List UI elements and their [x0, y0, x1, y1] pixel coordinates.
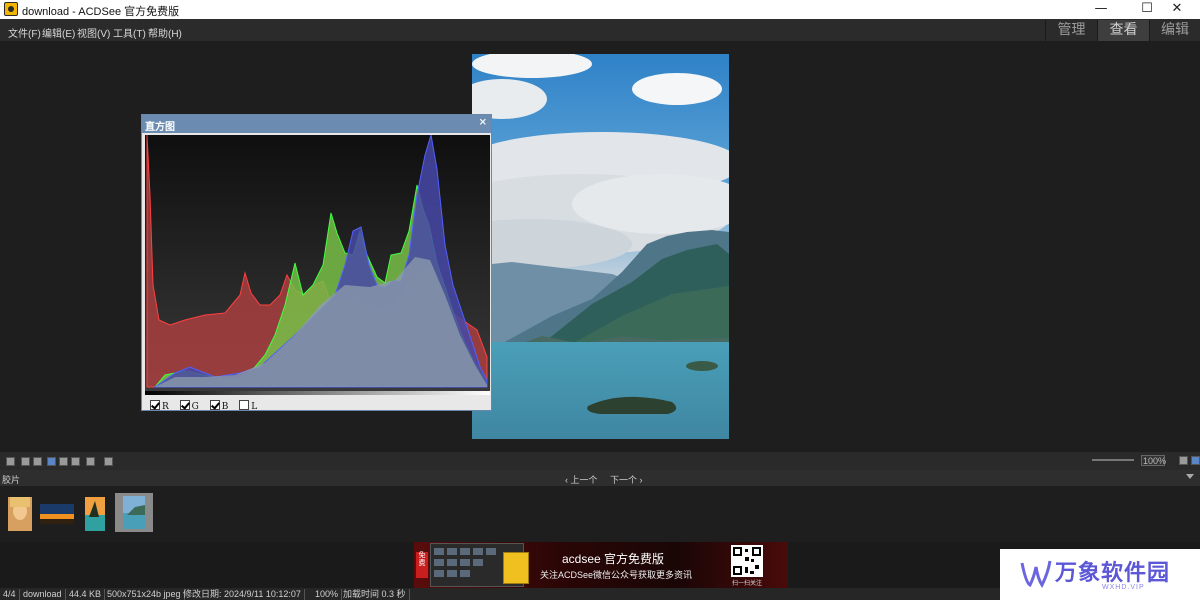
thumbnail-2[interactable] [39, 497, 75, 531]
thumbnail-1[interactable] [2, 497, 38, 531]
ad-text: 关注ACDSee微信公众号获取更多资讯 [540, 570, 693, 580]
channel-g-checkbox[interactable] [179, 400, 190, 410]
zoom-slider[interactable] [1092, 459, 1134, 461]
viewer-toolbar [0, 452, 1200, 470]
zoom-value: 100% [1143, 456, 1167, 466]
menu-bar: 文件(F) 编辑(E) 视图(V) 工具(T) 帮助(H) [0, 19, 1200, 41]
menu-file[interactable]: 文件(F) [8, 25, 41, 40]
next-button[interactable]: 下一个 › [610, 475, 643, 485]
product-box [503, 552, 529, 584]
status-zoom: 100% [312, 589, 343, 600]
watermark-sub: WXHD.VIP [1102, 584, 1145, 591]
mode-edit-button[interactable]: 编辑 [1149, 20, 1200, 41]
ad-brand: acdsee 官方免费版 [562, 552, 665, 566]
window-title: download - ACDSee 官方免费版 [22, 6, 180, 18]
channel-b-checkbox[interactable] [209, 400, 220, 410]
fit-window-icon[interactable] [1179, 456, 1188, 465]
select-tool-icon[interactable] [59, 457, 68, 466]
chevron-down-icon[interactable] [1186, 474, 1194, 479]
histogram-title: 直方图 [145, 122, 175, 133]
qr-code [731, 545, 763, 577]
acdsee-app-icon [4, 2, 18, 16]
channel-l-label: L [251, 402, 258, 412]
status-filesize: 44.4 KB [66, 589, 106, 600]
minimize-button[interactable]: — [1078, 0, 1124, 19]
watermark-text: 万象软件园 [1055, 560, 1171, 585]
histogram-legend: R G B L [150, 399, 265, 412]
free-badge: 免费 [416, 552, 428, 578]
status-modified: 修改日期: 2024/9/11 10:12:07 [180, 589, 305, 600]
channel-r-checkbox[interactable] [150, 400, 160, 410]
prev-button[interactable]: ‹ 上一个 [565, 475, 598, 485]
status-dimensions: 500x751x24b jpeg [104, 589, 185, 600]
next-image-icon[interactable] [33, 457, 42, 466]
watermark: 万象软件园 WXHD.VIP [1000, 549, 1200, 600]
histogram-close-icon[interactable]: × [479, 117, 487, 128]
status-bar: 4/4 download 44.4 KB 500x751x24b jpeg 修改… [0, 588, 1000, 600]
actual-size-icon[interactable] [1191, 456, 1200, 465]
status-index: 4/4 [0, 589, 20, 600]
status-filename: download [20, 589, 66, 600]
menu-help[interactable]: 帮助(H) [148, 25, 182, 40]
filmstrip [0, 486, 1200, 542]
histogram-titlebar[interactable]: 直方图 × [142, 115, 491, 133]
mode-view-button[interactable]: 查看 [1097, 20, 1149, 41]
filmstrip-nav: ‹ 上一个 下一个 › [565, 473, 643, 486]
landscape-photo [472, 54, 729, 439]
title-bar: download - ACDSee 官方免费版 — ☐ ✕ [0, 0, 1200, 19]
thumbnail-3[interactable] [77, 497, 113, 531]
histogram-plot [145, 134, 490, 395]
filmstrip-label: 胶片 [2, 475, 21, 485]
hand-tool-icon[interactable] [47, 457, 56, 466]
zoom-tool-icon[interactable] [71, 457, 80, 466]
qr-caption: 扫一扫关注 [732, 581, 763, 587]
menu-edit[interactable]: 编辑(E) [42, 25, 75, 40]
rotate-icon[interactable] [104, 457, 113, 466]
save-icon[interactable] [6, 457, 15, 466]
channel-g-label: G [191, 402, 199, 412]
filmstrip-header: 胶片 ‹ 上一个 下一个 › [0, 470, 1200, 486]
channel-b-label: B [221, 402, 229, 412]
menu-view[interactable]: 视图(V) [77, 25, 110, 40]
close-button[interactable]: ✕ [1154, 0, 1200, 19]
previous-image-icon[interactable] [21, 457, 30, 466]
status-load-time: 加载时间 0.3 秒 [340, 589, 410, 600]
thumbnail-4-selected[interactable] [115, 493, 153, 532]
menu-tools[interactable]: 工具(T) [113, 25, 146, 40]
mode-manage-button[interactable]: 管理 [1045, 20, 1097, 41]
acdsee-ad-banner[interactable]: 免费 acdsee 官方免费版 关注ACDSee微信公众号获取更多资讯 扫一扫关… [414, 542, 788, 588]
histogram-panel[interactable]: 直方图 × R G B L [141, 114, 492, 412]
channel-l-checkbox[interactable] [239, 400, 250, 410]
fullscreen-icon[interactable] [86, 457, 95, 466]
watermark-logo-icon [1020, 559, 1052, 596]
channel-r-label: R [162, 402, 169, 412]
